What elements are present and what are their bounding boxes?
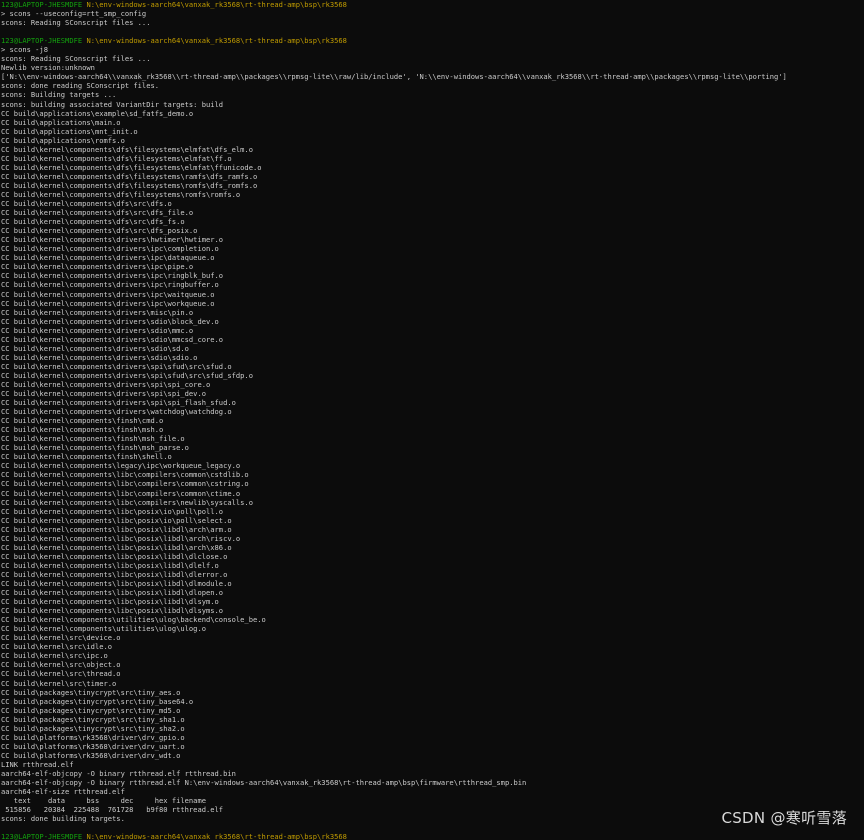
output-line: CC build\kernel\components\drivers\ipc\r…: [1, 271, 224, 281]
command-line: > scons --useconfig=rtt_smp_config: [1, 9, 147, 19]
output-line: CC build\kernel\components\libc\posix\li…: [1, 579, 232, 588]
output-line: CC build\kernel\components\dfs\src\dfs_p…: [1, 226, 198, 236]
output-line: CC build\kernel\components\drivers\misc\…: [1, 307, 194, 317]
output-line: CC build\kernel\components\drivers\ipc\r…: [1, 280, 219, 290]
output-line: CC build\packages\tinycrypt\src\tiny_bas…: [1, 696, 194, 706]
output-line: CC build\kernel\components\finsh\msh_fil…: [1, 434, 185, 444]
output-line: scons: Reading SConscript files ...: [1, 18, 151, 28]
output-line: ['N:\\env-windows-aarch64\\vanxak_rk3568…: [1, 72, 787, 82]
output-line: CC build\kernel\components\utilities\ulo…: [1, 624, 206, 634]
output-line: CC build\kernel\components\libc\posix\li…: [1, 533, 241, 543]
output-line: CC build\kernel\components\drivers\ipc\w…: [1, 298, 215, 308]
output-line: CC build\kernel\components\drivers\ipc\p…: [1, 262, 194, 272]
output-line: CC build\kernel\components\drivers\spi\s…: [1, 389, 206, 399]
output-line: CC build\kernel\components\drivers\hwtim…: [1, 235, 224, 245]
output-line: CC build\applications\example\sd_fatfs_d…: [1, 108, 194, 118]
output-line: CC build\applications\main.o: [1, 117, 121, 127]
output-line: CC build\kernel\components\libc\posix\li…: [1, 524, 232, 534]
prompt-path: N:\env-windows-aarch64\vanxak_rk3568\rt-…: [86, 36, 347, 46]
output-line: scons: done reading SConscript files.: [1, 81, 160, 91]
output-line: CC build\kernel\components\finsh\msh.o: [1, 425, 164, 435]
output-line: CC build\platforms\rk3568\driver\drv_gpi…: [1, 732, 185, 742]
prompt-line: 123@LAPTOP-JHESMDFE N:\env-windows-aarch…: [1, 36, 864, 45]
output-line: CC build\packages\tinycrypt\src\tiny_sha…: [1, 714, 185, 724]
output-line: aarch64-elf-size rtthread.elf: [1, 787, 125, 797]
output-line: CC build\kernel\src\idle.o: [1, 642, 113, 652]
output-line: CC build\kernel\components\drivers\sdio\…: [1, 352, 198, 362]
command-line: > scons -j8: [1, 45, 48, 55]
output-line: CC build\platforms\rk3568\driver\drv_uar…: [1, 741, 185, 751]
output-line: CC build\kernel\components\libc\compiler…: [1, 488, 241, 498]
output-line: Newlib version:unknown: [1, 63, 95, 73]
output-line: CC build\kernel\src\object.o: [1, 660, 121, 670]
output-line: CC build\kernel\components\drivers\ipc\c…: [1, 244, 219, 254]
prompt-path: N:\env-windows-aarch64\vanxak_rk3568\rt-…: [86, 0, 347, 9]
output-line: CC build\kernel\components\dfs\filesyste…: [1, 180, 258, 190]
output-line: scons: building associated VariantDir ta…: [1, 99, 224, 109]
output-line: CC build\kernel\components\dfs\src\dfs_f…: [1, 217, 185, 227]
output-line: scons: Reading SConscript files ...: [1, 54, 151, 64]
output-line: CC build\kernel\components\dfs\filesyste…: [1, 162, 262, 172]
output-line: CC build\applications\mnt_init.o: [1, 126, 138, 136]
output-line: CC build\kernel\components\libc\posix\li…: [1, 569, 228, 579]
output-line: CC build\kernel\src\device.o: [1, 633, 121, 643]
output-line: CC build\kernel\components\dfs\filesyste…: [1, 171, 258, 181]
prompt-user: 123@LAPTOP-JHESMDFE: [1, 0, 83, 9]
output-line: CC build\kernel\components\libc\compiler…: [1, 479, 249, 489]
output-line: CC build\kernel\components\drivers\sdio\…: [1, 334, 224, 344]
output-line: CC build\kernel\components\drivers\sdio\…: [1, 325, 194, 335]
prompt-line: 123@LAPTOP-JHESMDFE N:\env-windows-aarch…: [1, 832, 864, 840]
output-line: CC build\packages\tinycrypt\src\tiny_md5…: [1, 705, 181, 715]
output-line: CC build\packages\tinycrypt\src\tiny_sha…: [1, 723, 185, 733]
output-line: scons: Building targets ...: [1, 90, 117, 100]
output-line: CC build\kernel\components\dfs\filesyste…: [1, 189, 241, 199]
output-line: CC build\kernel\components\libc\posix\li…: [1, 560, 219, 570]
output-line: CC build\kernel\src\timer.o: [1, 678, 117, 688]
output-line: CC build\kernel\components\libc\posix\io…: [1, 515, 232, 525]
output-line: CC build\kernel\components\drivers\ipc\w…: [1, 289, 215, 299]
output-line: CC build\kernel\components\drivers\spi\s…: [1, 379, 211, 389]
output-line: CC build\kernel\components\libc\posix\li…: [1, 597, 219, 607]
prompt-line: 123@LAPTOP-JHESMDFE N:\env-windows-aarch…: [1, 0, 864, 9]
output-line: CC build\kernel\components\drivers\watch…: [1, 407, 232, 417]
output-line: CC build\kernel\components\finsh\cmd.o: [1, 416, 164, 426]
output-line: CC build\kernel\components\drivers\spi\s…: [1, 361, 232, 371]
output-line: CC build\kernel\components\drivers\sdio\…: [1, 343, 189, 353]
terminal-output[interactable]: 123@LAPTOP-JHESMDFE N:\env-windows-aarch…: [0, 0, 864, 840]
output-line: CC build\kernel\components\libc\compiler…: [1, 470, 249, 480]
output-line: CC build\kernel\components\drivers\spi\s…: [1, 370, 253, 380]
output-line: LINK rtthread.elf: [1, 759, 74, 769]
output-line: CC build\kernel\components\libc\posix\li…: [1, 542, 232, 552]
output-line: CC build\kernel\components\drivers\ipc\d…: [1, 253, 215, 263]
output-line: CC build\kernel\components\libc\compiler…: [1, 497, 253, 507]
prompt-user: 123@LAPTOP-JHESMDFE: [1, 832, 83, 840]
output-line: CC build\kernel\components\libc\posix\li…: [1, 551, 228, 561]
output-line: CC build\kernel\components\drivers\sdio\…: [1, 316, 219, 326]
output-line: CC build\kernel\components\drivers\spi\s…: [1, 398, 236, 408]
output-line: CC build\kernel\components\finsh\shell.o: [1, 452, 172, 462]
prompt-path: N:\env-windows-aarch64\vanxak_rk3568\rt-…: [86, 832, 347, 840]
output-line: CC build\kernel\components\finsh\msh_par…: [1, 443, 189, 453]
output-line: aarch64-elf-objcopy -O binary rtthread.e…: [1, 778, 527, 788]
output-line: CC build\kernel\components\dfs\filesyste…: [1, 153, 232, 163]
output-line: CC build\kernel\components\dfs\filesyste…: [1, 144, 253, 154]
prompt-user: 123@LAPTOP-JHESMDFE: [1, 36, 83, 46]
output-line: CC build\kernel\components\dfs\src\dfs.o: [1, 199, 172, 209]
output-line: CC build\kernel\components\libc\posix\io…: [1, 506, 224, 516]
output-line: CC build\applications\romfs.o: [1, 135, 125, 145]
output-line: text data bss dec hex filename: [1, 796, 206, 806]
output-line: CC build\kernel\components\libc\posix\li…: [1, 588, 224, 598]
output-line: CC build\platforms\rk3568\driver\drv_wdt…: [1, 750, 181, 760]
csdn-watermark: CSDN @寒听雪落: [721, 809, 847, 827]
output-line: CC build\kernel\components\legacy\ipc\wo…: [1, 461, 241, 471]
output-line: aarch64-elf-objcopy -O binary rtthread.e…: [1, 768, 236, 778]
output-line: CC build\packages\tinycrypt\src\tiny_aes…: [1, 687, 181, 697]
output-line: CC build\kernel\components\libc\posix\li…: [1, 606, 224, 616]
output-line: CC build\kernel\components\dfs\src\dfs_f…: [1, 208, 194, 218]
output-line: CC build\kernel\components\utilities\ulo…: [1, 615, 266, 625]
output-line: CC build\kernel\src\ipc.o: [1, 651, 108, 661]
output-line: CC build\kernel\src\thread.o: [1, 669, 121, 679]
